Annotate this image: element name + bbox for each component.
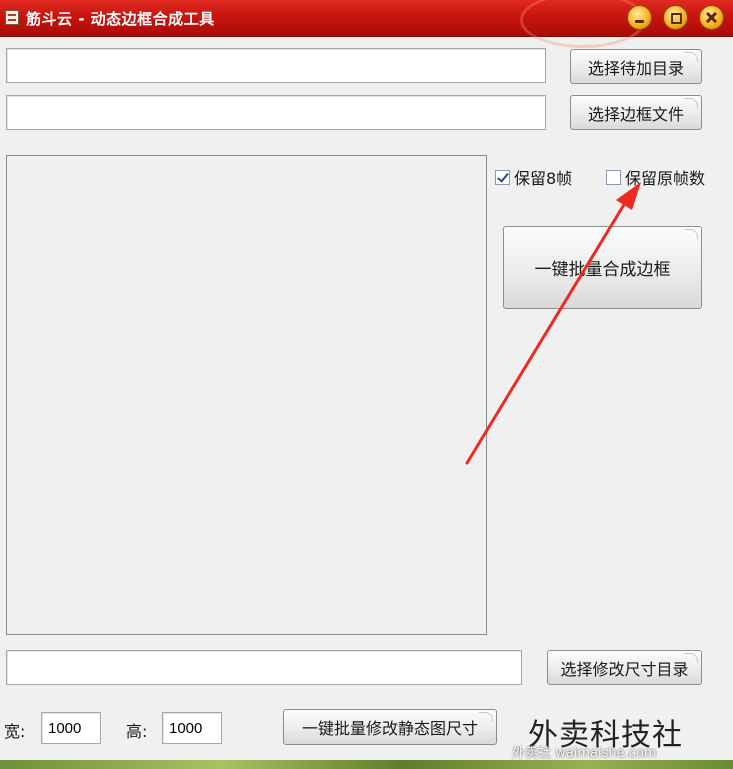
bottom-decoration (0, 760, 733, 769)
watermark-url: 外卖社 waimaishe.com (512, 746, 657, 761)
annotation-arrow-icon (465, 182, 641, 465)
